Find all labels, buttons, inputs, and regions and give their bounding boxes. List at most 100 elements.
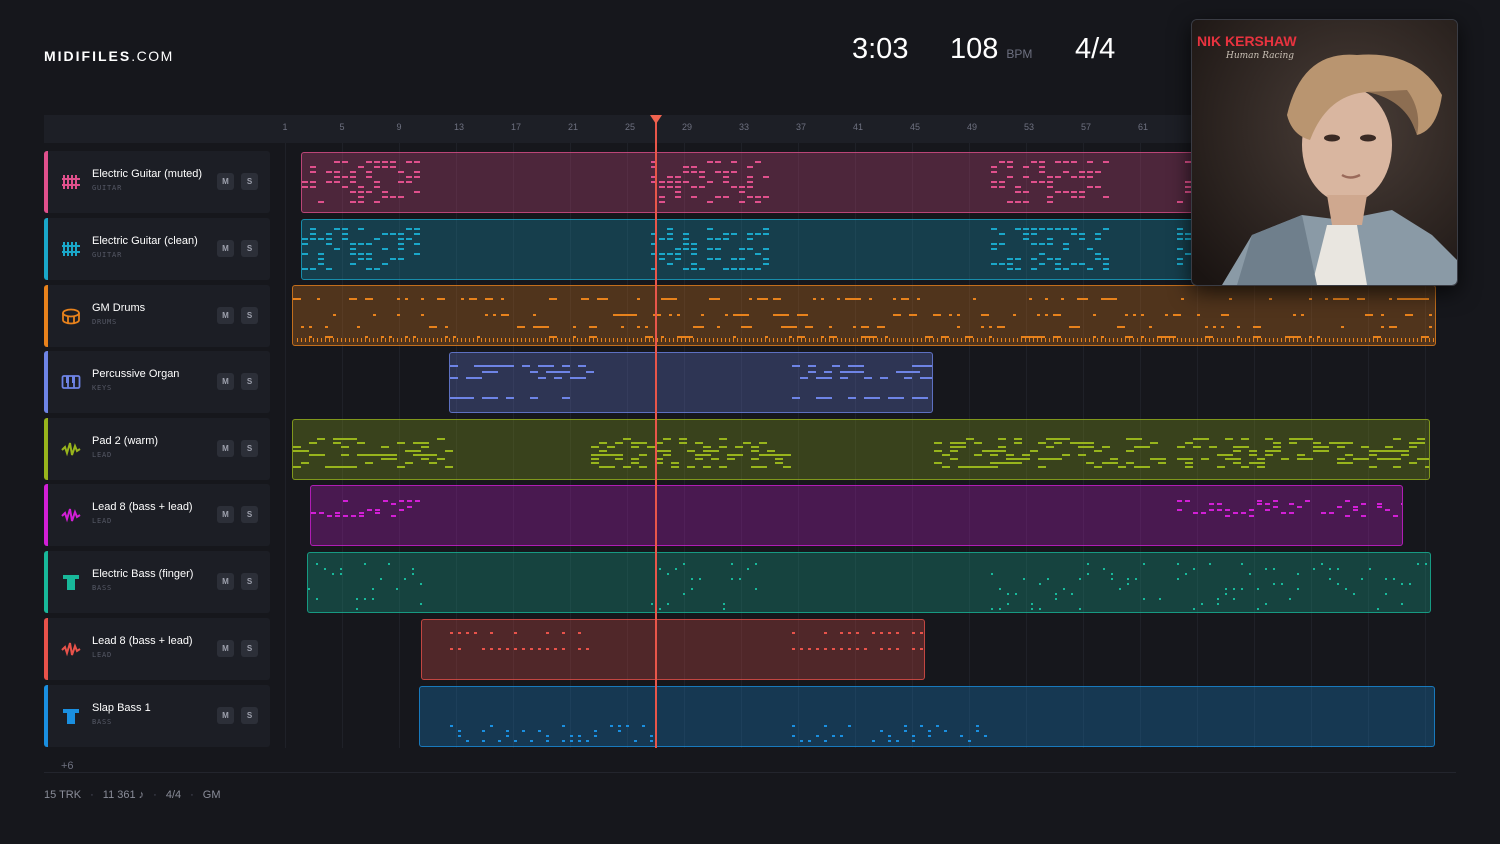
track-category: BASS	[92, 584, 113, 592]
ruler-tick: 41	[852, 122, 864, 132]
ruler-tick: 53	[1023, 122, 1035, 132]
track-header[interactable]: Lead 8 (bass + lead) LEAD M S	[44, 618, 270, 680]
ruler-tick: 57	[1080, 122, 1092, 132]
note-pattern	[308, 563, 1427, 610]
track-header[interactable]: GM Drums DRUMS M S	[44, 285, 270, 347]
track-name: Lead 8 (bass + lead)	[92, 635, 193, 647]
note-pattern	[293, 438, 1429, 468]
track-color-bar	[44, 551, 48, 613]
track-category: KEYS	[92, 384, 113, 392]
track-header[interactable]: Pad 2 (warm) LEAD M S	[44, 418, 270, 480]
brand-logo[interactable]: MIDIFILES.COM	[44, 48, 174, 64]
solo-button[interactable]: S	[241, 573, 258, 590]
note-pattern	[302, 161, 1194, 203]
track-color-bar	[44, 685, 48, 747]
midi-clip[interactable]	[301, 152, 1195, 213]
solo-button[interactable]: S	[241, 240, 258, 257]
track-category: LEAD	[92, 651, 113, 659]
ruler-tick: 25	[624, 122, 636, 132]
wave-icon	[61, 508, 81, 523]
album-artist: NIK KERSHAW	[1197, 33, 1297, 49]
wave-icon	[61, 642, 81, 657]
midi-clip[interactable]	[307, 552, 1431, 613]
wave-icon	[61, 442, 81, 457]
track-name: Electric Bass (finger)	[92, 568, 194, 580]
track-color-bar	[44, 151, 48, 213]
solo-button[interactable]: S	[241, 506, 258, 523]
playhead-marker-icon[interactable]	[650, 115, 662, 124]
solo-button[interactable]: S	[241, 373, 258, 390]
mute-button[interactable]: M	[217, 506, 234, 523]
footer-signature: 4/4	[165, 789, 182, 801]
track-color-bar	[44, 418, 48, 480]
bass-icon	[63, 575, 79, 590]
track-header[interactable]: Electric Guitar (clean) GUITAR M S	[44, 218, 270, 280]
midi-clip[interactable]	[292, 419, 1430, 480]
solo-button[interactable]: S	[241, 707, 258, 724]
ruler-tick: 17	[510, 122, 522, 132]
track-header[interactable]: Electric Guitar (muted) GUITAR M S	[44, 151, 270, 213]
solo-button[interactable]: S	[241, 640, 258, 657]
track-header[interactable]: Slap Bass 1 BASS M S	[44, 685, 270, 747]
track-name: Pad 2 (warm)	[92, 435, 159, 447]
solo-button[interactable]: S	[241, 440, 258, 457]
track-name: Lead 8 (bass + lead)	[92, 501, 193, 513]
playhead[interactable]	[655, 122, 657, 748]
note-pattern	[302, 228, 1194, 270]
mute-button[interactable]: M	[217, 307, 234, 324]
tempo-unit: BPM	[1006, 47, 1033, 61]
midi-clip[interactable]	[301, 219, 1195, 280]
note-pattern	[293, 298, 1434, 342]
mute-button[interactable]: M	[217, 573, 234, 590]
solo-button[interactable]: S	[241, 307, 258, 324]
midi-clip[interactable]	[292, 285, 1436, 346]
brand-domain: .COM	[131, 48, 174, 64]
brand-name: MIDIFILES	[44, 48, 132, 64]
tempo-display: 108 BPM	[950, 33, 1032, 66]
ruler-tick: 37	[795, 122, 807, 132]
mute-button[interactable]: M	[217, 707, 234, 724]
track-color-bar	[44, 218, 48, 280]
ruler-tick: 9	[396, 122, 402, 132]
ruler-tick: 49	[966, 122, 978, 132]
track-name: GM Drums	[92, 302, 146, 314]
ruler-tick: 29	[681, 122, 693, 132]
keyboard-icon	[61, 375, 81, 389]
midi-standard: GM	[202, 789, 221, 801]
ruler-tick: 5	[339, 122, 345, 132]
track-header[interactable]: Percussive Organ KEYS M S	[44, 351, 270, 413]
note-pattern	[450, 725, 987, 742]
track-color-bar	[44, 285, 48, 347]
separator: ·	[90, 789, 94, 801]
track-name: Percussive Organ	[92, 368, 180, 380]
track-name: Slap Bass 1	[92, 702, 151, 714]
track-category: GUITAR	[92, 184, 123, 192]
mute-button[interactable]: M	[217, 640, 234, 657]
midi-clip[interactable]	[449, 352, 933, 413]
album-title: Human Racing	[1225, 51, 1294, 61]
track-header[interactable]: Lead 8 (bass + lead) LEAD M S	[44, 484, 270, 546]
separator: ·	[153, 789, 157, 801]
footer-divider	[44, 772, 1456, 773]
track-category: LEAD	[92, 451, 113, 459]
ruler-tick: 21	[567, 122, 579, 132]
track-category: LEAD	[92, 517, 113, 525]
mute-button[interactable]: M	[217, 373, 234, 390]
midi-clip[interactable]	[419, 686, 1435, 747]
footer-stats: 15 TRK · 11 361 ♪ · 4/4 · GM	[44, 789, 221, 801]
solo-button[interactable]: S	[241, 173, 258, 190]
midi-clip[interactable]	[421, 619, 925, 680]
bass-icon	[63, 709, 79, 724]
track-color-bar	[44, 618, 48, 680]
more-tracks-link[interactable]: +6	[61, 760, 74, 772]
track-count: 15 TRK	[44, 789, 82, 801]
midi-clip[interactable]	[310, 485, 1403, 546]
mute-button[interactable]: M	[217, 440, 234, 457]
time-signature: 4/4	[1075, 33, 1116, 65]
ruler-tick: 1	[282, 122, 288, 132]
grid-line	[285, 143, 286, 748]
mute-button[interactable]: M	[217, 173, 234, 190]
ruler-tick: 13	[453, 122, 465, 132]
track-header[interactable]: Electric Bass (finger) BASS M S	[44, 551, 270, 613]
mute-button[interactable]: M	[217, 240, 234, 257]
